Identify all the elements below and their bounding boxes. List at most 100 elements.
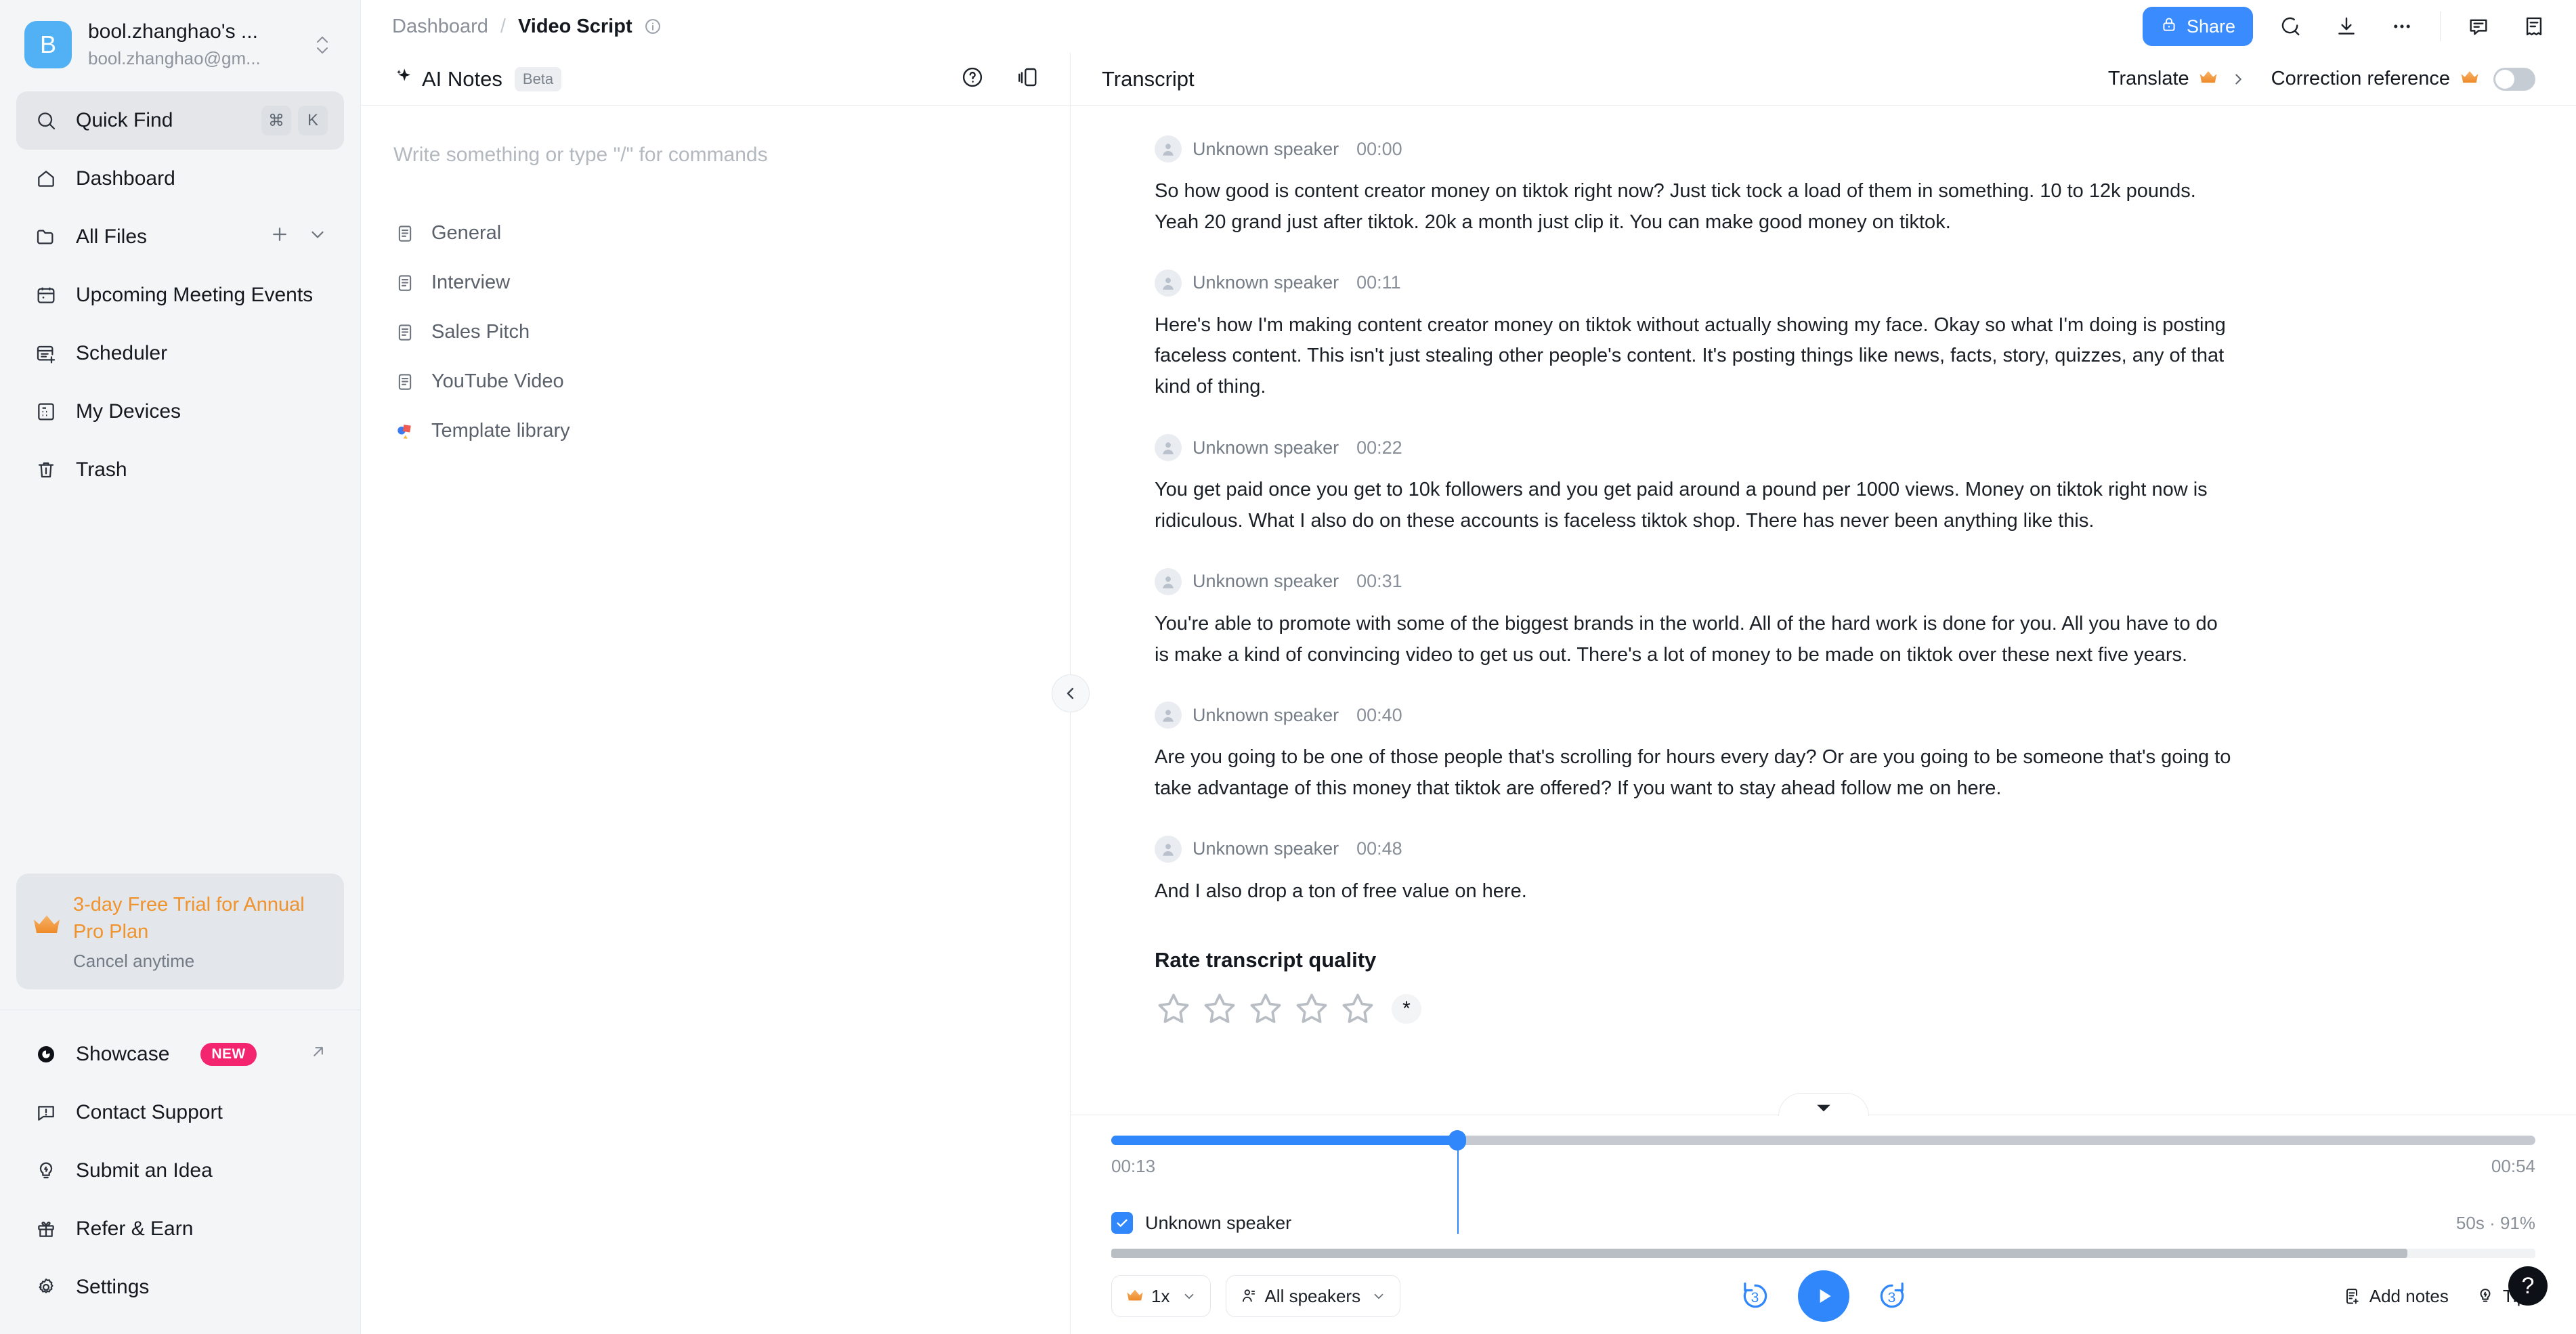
devices-icon [33,398,60,425]
star-rating[interactable]: * [1155,990,2492,1028]
sidebar-item-showcase[interactable]: Showcase NEW [16,1025,344,1083]
timeline[interactable]: 00:13 00:54 Unknown speaker 50s · 91% [1071,1115,2576,1234]
sidebar-item-contact-support[interactable]: Contact Support [16,1083,344,1142]
help-fab-button[interactable]: ? [2508,1266,2548,1306]
transcript-segment[interactable]: Unknown speaker 00:48 And I also drop a … [1155,835,2492,907]
beta-badge: Beta [514,66,562,91]
correction-reference-label: Correction reference [2271,68,2450,89]
sidebar-item-scheduler[interactable]: Scheduler [16,324,344,383]
template-item-general[interactable]: General [393,209,1037,258]
transcript-segment[interactable]: Unknown speaker 00:00 So how good is con… [1155,135,2492,238]
sidebar-item-trash[interactable]: Trash [16,441,344,499]
sidebar-item-my-devices[interactable]: My Devices [16,383,344,441]
translate-button[interactable]: Translate [2108,68,2218,90]
forward-seconds: 3 [1887,1290,1896,1306]
player-right-actions: Add notes Tips [2342,1286,2535,1307]
crown-icon [1125,1286,1144,1307]
segment-text: So how good is content creator money on … [1155,180,2196,233]
account-email: bool.zhanghao@gm... [88,47,261,68]
progress-track[interactable] [1111,1130,2535,1150]
add-notes-button[interactable]: Add notes [2342,1286,2449,1307]
avatar: B [24,20,72,68]
segment-timestamp[interactable]: 00:00 [1356,139,1402,160]
sidebar-item-quick-find[interactable]: Quick Find ⌘ K [16,91,344,150]
segment-timestamp[interactable]: 00:31 [1356,571,1402,592]
sidebar-item-submit-an-idea[interactable]: Submit an Idea [16,1142,344,1200]
download-icon[interactable] [2329,9,2364,44]
star-icon[interactable] [1339,990,1377,1028]
sidebar-item-refer-and-earn[interactable]: Refer & Earn [16,1200,344,1258]
search-icon[interactable] [2273,9,2309,44]
star-icon[interactable] [1155,990,1193,1028]
sidebar-item-label: Showcase [76,1043,170,1065]
segment-text: Here's how I'm making content creator mo… [1155,314,2226,398]
template-item-interview[interactable]: Interview [393,258,1037,307]
crown-icon [2460,68,2480,90]
chevron-updown-icon[interactable] [307,31,337,58]
transcript-segment[interactable]: Unknown speaker 00:40 Are you going to b… [1155,702,2492,804]
comment-icon[interactable] [2461,9,2496,44]
account-switcher[interactable]: B bool.zhanghao's ... bool.zhanghao@gm..… [0,0,360,86]
page-title: Video Script [517,15,632,37]
speaker-name: Unknown speaker [1193,838,1339,859]
star-icon[interactable] [1201,990,1239,1028]
template-item-sales-pitch[interactable]: Sales Pitch [393,307,1037,357]
transcript-segment[interactable]: Unknown speaker 00:22 You get paid once … [1155,434,2492,537]
waveform-fill [1111,1249,2407,1258]
external-link-icon[interactable] [309,1042,328,1067]
speaker-toggle[interactable]: Unknown speaker [1111,1212,1291,1234]
star-icon[interactable] [1247,990,1285,1028]
segment-header: Unknown speaker 00:11 [1155,269,2492,297]
more-icon[interactable] [2384,9,2420,44]
total-time: 00:54 [2491,1156,2535,1176]
info-icon[interactable] [643,17,662,36]
checkbox-icon[interactable] [1111,1212,1133,1234]
speaker-filter-button[interactable]: All speakers [1226,1275,1401,1317]
plus-icon[interactable] [270,224,290,250]
template-item-template-library[interactable]: Template library [393,406,1037,456]
sidebar-item-settings[interactable]: Settings [16,1258,344,1316]
transcript-segment[interactable]: Unknown speaker 00:31 You're able to pro… [1155,567,2492,671]
forward-button[interactable]: 3 [1874,1278,1910,1314]
segment-timestamp[interactable]: 00:11 [1356,272,1401,293]
breadcrumb-root[interactable]: Dashboard [392,16,488,38]
home-icon [33,165,60,192]
collapse-panel-button[interactable] [1052,674,1090,712]
copy-icon[interactable] [1016,65,1040,93]
doc-icon [393,321,416,344]
star-icon[interactable] [1293,990,1331,1028]
transcript-body[interactable]: Unknown speaker 00:00 So how good is con… [1071,106,2576,1115]
segment-timestamp[interactable]: 00:22 [1356,437,1402,458]
speaker-checkbox-label: Unknown speaker [1145,1212,1292,1233]
sidebar-item-dashboard[interactable]: Dashboard [16,150,344,208]
sidebar-item-all-files[interactable]: All Files [16,208,344,266]
breadcrumb: Dashboard / Video Script [392,16,662,38]
translate-label: Translate [2107,68,2189,89]
chevron-right-icon[interactable] [2229,70,2247,88]
summary-icon[interactable] [2516,9,2552,44]
add-notes-label: Add notes [2369,1285,2449,1306]
idea-icon [33,1157,60,1184]
help-circle-icon[interactable] [960,65,985,93]
transcript-header: Transcript Translate Correction referenc… [1071,53,2576,106]
promo-trial-banner[interactable]: 3-day Free Trial for Annual Pro Plan Can… [16,873,344,989]
correction-reference-control[interactable]: Correction reference [2271,67,2535,91]
chevron-down-icon[interactable] [307,224,328,250]
doc-icon [393,370,416,393]
waveform-track[interactable] [1111,1249,2535,1258]
correction-reference-toggle[interactable] [2493,67,2535,91]
template-item-youtube-video[interactable]: YouTube Video [393,357,1037,406]
all-files-actions [270,224,328,250]
sidebar-item-upcoming-meeting-events[interactable]: Upcoming Meeting Events [16,266,344,324]
expand-player-handle[interactable] [1778,1093,1869,1116]
speaker-avatar-icon [1155,434,1182,462]
play-button[interactable] [1797,1270,1849,1322]
transcript-segment[interactable]: Unknown speaker 00:11 Here's how I'm mak… [1155,269,2492,403]
search-icon [33,107,60,134]
rewind-button[interactable]: 3 [1737,1278,1774,1314]
ai-notes-body[interactable]: Write something or type "/" for commands… [361,106,1070,1334]
playback-speed-button[interactable]: 1x [1111,1275,1211,1317]
segment-timestamp[interactable]: 00:48 [1356,838,1402,859]
share-button[interactable]: Share [2142,7,2253,46]
segment-timestamp[interactable]: 00:40 [1356,705,1402,726]
